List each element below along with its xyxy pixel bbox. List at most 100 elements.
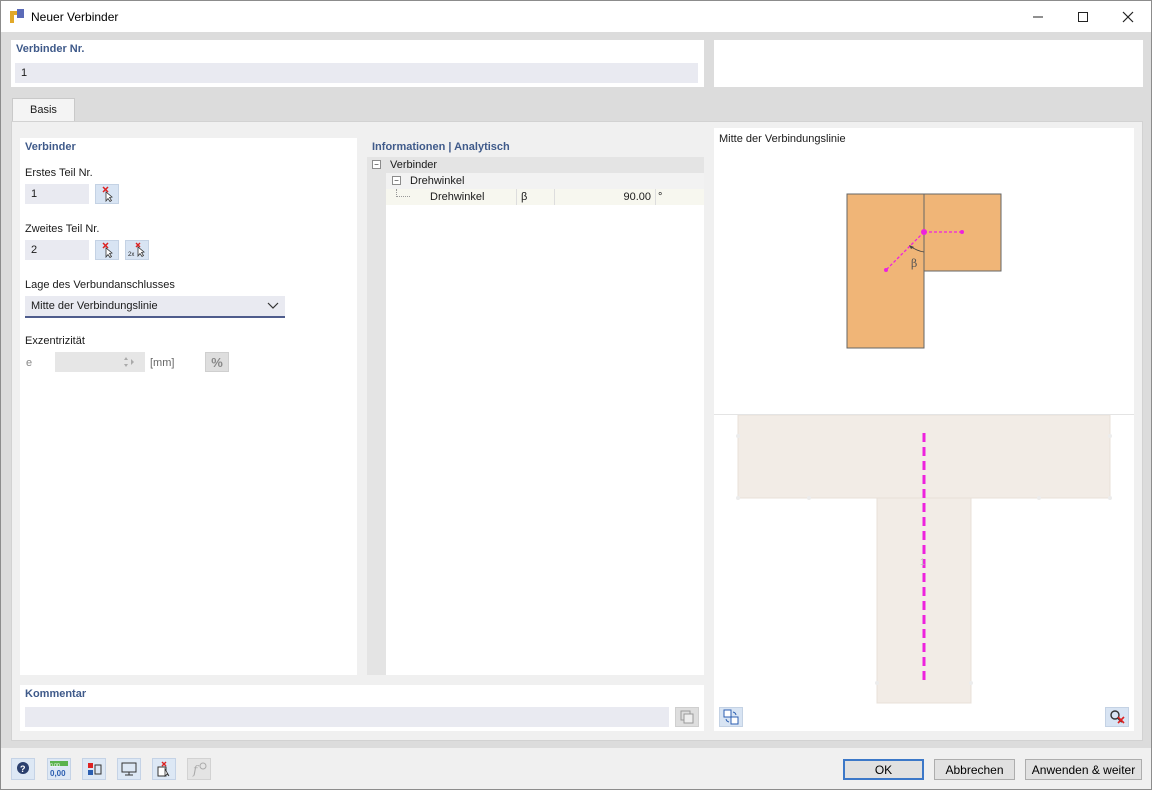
pick-two-parts-button[interactable]: 2x — [125, 240, 149, 260]
units-button[interactable]: 0,00 0,00 — [47, 758, 71, 780]
copy-icon — [680, 710, 694, 724]
percent-icon: % — [211, 354, 223, 370]
tree-gutter — [367, 157, 386, 675]
second-part-label: Zweites Teil Nr. — [25, 223, 100, 235]
help-icon: ? — [17, 762, 29, 774]
pick-first-part-button[interactable] — [95, 184, 119, 204]
collapse-icon[interactable]: − — [372, 160, 381, 169]
swap-view-icon — [723, 709, 739, 725]
corner-point — [1108, 496, 1112, 500]
help-button[interactable]: ? — [11, 758, 35, 780]
eccentricity-unit: [mm] — [150, 357, 175, 369]
connector-panel: Verbinder Erstes Teil Nr. 1 Zweites Teil… — [20, 138, 357, 675]
corner-point — [1037, 496, 1041, 500]
eccentricity-symbol: e — [26, 357, 33, 369]
units-icon: 0,00 0,00 — [50, 761, 68, 778]
app-icon — [10, 9, 24, 23]
preview-panel: Mitte der Verbindungslinie β 1 — [714, 128, 1134, 731]
angle-symbol: β — [521, 191, 528, 203]
header-side-panel — [714, 40, 1143, 87]
close-icon — [1122, 11, 1134, 22]
tree-label: Drehwinkel — [430, 191, 485, 203]
formula-icon: f — [192, 762, 207, 777]
info-title: Informationen | Analytisch — [372, 141, 510, 153]
angle-unit: ° — [658, 191, 663, 203]
beta-label: β — [911, 257, 917, 270]
dialog-window: Neuer Verbinder Verbinder Nr. 1 Basis Ve… — [0, 0, 1152, 790]
tree-label: Verbinder — [390, 159, 438, 171]
connector-section-title: Verbinder — [25, 141, 76, 153]
eccentricity-label: Exzentrizität — [25, 335, 85, 347]
ok-button[interactable]: OK — [843, 759, 924, 780]
info-panel: Informationen | Analytisch − Verbinder −… — [367, 138, 704, 675]
connector-end-point — [884, 268, 888, 272]
tree-row-connector[interactable]: − Verbinder — [367, 157, 704, 173]
number-label: Verbinder Nr. — [16, 43, 85, 55]
corner-point — [875, 681, 879, 685]
position-select-value: Mitte der Verbindungslinie — [31, 300, 158, 312]
apply-continue-button[interactable]: Anwenden & weiter — [1025, 759, 1142, 780]
spinner-icon — [124, 357, 134, 367]
svg-text:?: ? — [20, 764, 26, 774]
connection-3d-view: 1 — [736, 415, 1112, 704]
monitor-icon — [121, 762, 137, 776]
number-panel: Verbinder Nr. 1 — [11, 40, 704, 87]
reset-view-button[interactable] — [1105, 707, 1129, 727]
angle-value[interactable]: 90.00 — [556, 191, 651, 203]
corner-point — [736, 434, 740, 438]
pick-cursor-icon — [102, 186, 113, 202]
view-swap-button[interactable] — [719, 707, 743, 727]
row-divider — [516, 189, 517, 205]
maximize-icon — [1078, 11, 1088, 22]
tree-row-rotation-angle[interactable]: Drehwinkel β 90.00 ° — [386, 189, 704, 205]
comment-label: Kommentar — [25, 688, 87, 700]
row-divider — [655, 189, 656, 205]
comment-library-button[interactable] — [675, 707, 699, 727]
view-button[interactable] — [117, 758, 141, 780]
close-button[interactable] — [1105, 1, 1151, 32]
tab-basis[interactable]: Basis — [12, 98, 75, 122]
corner-point — [1108, 434, 1112, 438]
corner-point — [969, 681, 973, 685]
number-input[interactable]: 1 — [15, 63, 698, 83]
display-properties-button[interactable] — [82, 758, 106, 780]
corner-point — [807, 496, 811, 500]
comment-panel: Kommentar — [20, 685, 704, 731]
row-divider — [554, 189, 555, 205]
pick-second-part-button[interactable] — [95, 240, 119, 260]
display-icon — [88, 763, 102, 775]
chevron-down-icon — [267, 302, 279, 309]
connection-schematic: β — [846, 193, 1002, 349]
connector-node — [921, 229, 927, 235]
connector-end-point — [960, 230, 964, 234]
svg-text:2x: 2x — [128, 252, 134, 258]
tree-row-rotation-group[interactable]: − Drehwinkel — [386, 173, 704, 189]
corner-point — [736, 496, 740, 500]
minimize-icon — [1033, 16, 1043, 17]
pick-cursor-icon — [102, 242, 113, 258]
collapse-icon[interactable]: − — [392, 176, 401, 185]
svg-text:f: f — [192, 763, 200, 777]
tree-label: Drehwinkel — [410, 175, 465, 187]
minimize-button[interactable] — [1015, 1, 1061, 32]
select-objects-button[interactable] — [152, 758, 176, 780]
formula-button[interactable]: f — [187, 758, 211, 780]
position-select[interactable]: Mitte der Verbindungslinie — [25, 296, 285, 318]
info-tree: − Verbinder − Drehwinkel Drehwinkel β 90… — [367, 157, 704, 675]
percent-button[interactable]: % — [205, 352, 229, 372]
zoom-reset-icon — [1110, 710, 1125, 724]
first-part-input[interactable]: 1 — [25, 184, 89, 204]
pick-double-cursor-icon: 2x — [128, 242, 145, 258]
svg-text:0,00: 0,00 — [50, 769, 66, 778]
title-bar[interactable]: Neuer Verbinder — [1, 1, 1151, 32]
beam-horizontal — [737, 415, 1111, 499]
tree-connector-line — [396, 189, 410, 197]
first-part-label: Erstes Teil Nr. — [25, 167, 93, 179]
position-label: Lage des Verbundanschlusses — [25, 279, 175, 291]
maximize-button[interactable] — [1060, 1, 1106, 32]
select-objects-icon — [157, 761, 170, 777]
comment-input[interactable] — [25, 707, 669, 727]
cancel-button[interactable]: Abbrechen — [934, 759, 1015, 780]
node-label: 1 — [920, 557, 925, 567]
second-part-input[interactable]: 2 — [25, 240, 89, 260]
